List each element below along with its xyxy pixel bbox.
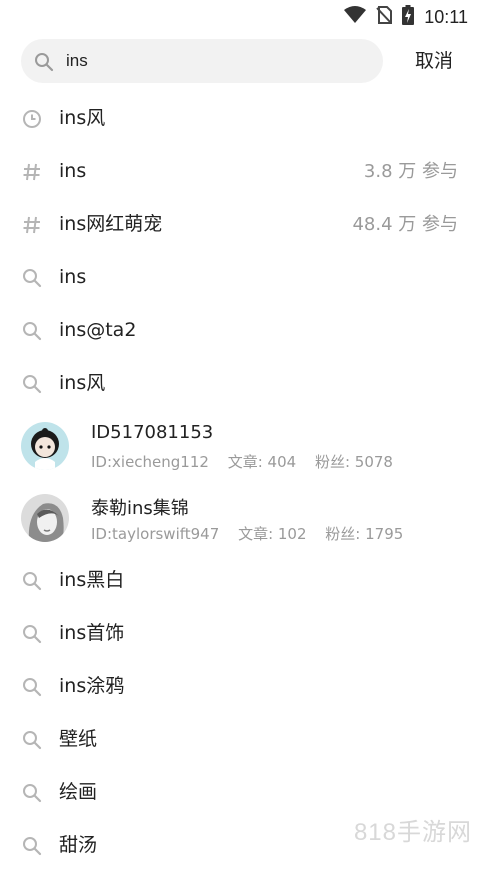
status-bar: 10:11 xyxy=(0,0,480,32)
search-icon xyxy=(22,571,42,591)
user-meta: ID:taylorswift947 文章: 102 粉丝: 1795 xyxy=(91,523,417,544)
topic-label: ins xyxy=(59,160,87,182)
search-icon xyxy=(22,268,42,288)
search-query[interactable]: ins xyxy=(66,39,88,83)
article-count: 文章: 102 xyxy=(238,525,307,543)
suggestion-label: ins首饰 xyxy=(59,622,125,644)
search-suggestion-item[interactable]: ins@ta2 xyxy=(0,304,480,357)
result-label: ins风 xyxy=(59,107,106,129)
participation-count: 48.4 万 参与 xyxy=(352,214,458,235)
search-icon xyxy=(22,374,42,394)
search-icon xyxy=(22,677,42,697)
watermark: 818手游网 xyxy=(353,819,472,846)
search-suggestion-item[interactable]: ins风 xyxy=(0,357,480,410)
user-name: 泰勒ins集锦 xyxy=(91,498,189,519)
search-suggestion-item[interactable]: ins xyxy=(0,251,480,304)
avatar[interactable] xyxy=(21,494,69,542)
suggestion-label: 壁纸 xyxy=(59,728,98,750)
fan-count: 粉丝: 5078 xyxy=(314,453,393,471)
participation-count: 3.8 万 参与 xyxy=(363,161,458,182)
search-icon xyxy=(34,52,54,76)
search-suggestion-item[interactable]: ins涂鸦 xyxy=(0,660,480,713)
wifi-icon xyxy=(344,6,367,28)
search-results-list: ins风 ins 3.8 万 参与 ins网红萌宠 48.4 万 参与 ins … xyxy=(0,92,480,872)
suggestion-label: ins风 xyxy=(59,372,106,394)
user-name: ID517081153 xyxy=(91,422,214,443)
avatar[interactable] xyxy=(21,422,69,470)
topic-item[interactable]: ins 3.8 万 参与 xyxy=(0,145,480,198)
search-suggestion-item[interactable]: 壁纸 xyxy=(0,713,480,766)
hashtag-icon xyxy=(22,215,42,235)
suggestion-label: ins黑白 xyxy=(59,569,125,591)
search-input[interactable]: ins xyxy=(21,39,383,83)
no-sim-icon xyxy=(376,6,393,28)
suggestion-label: 甜汤 xyxy=(59,834,98,856)
user-result-item[interactable]: 泰勒ins集锦 ID:taylorswift947 文章: 102 粉丝: 17… xyxy=(0,482,480,554)
user-result-item[interactable]: ID517081153 ID:xiecheng112 文章: 404 粉丝: 5… xyxy=(0,410,480,482)
search-icon xyxy=(22,321,42,341)
search-suggestion-item[interactable]: ins黑白 xyxy=(0,554,480,607)
search-row: ins 取消 xyxy=(0,38,480,86)
clock-time: 10:11 xyxy=(424,6,468,27)
history-clock-icon xyxy=(22,109,42,129)
topic-item[interactable]: ins网红萌宠 48.4 万 参与 xyxy=(0,198,480,251)
topic-label: ins网红萌宠 xyxy=(59,213,163,235)
battery-charging-icon xyxy=(402,5,415,29)
search-icon xyxy=(22,624,42,644)
fan-count: 粉丝: 1795 xyxy=(325,525,404,543)
user-meta: ID:xiecheng112 文章: 404 粉丝: 5078 xyxy=(91,451,407,472)
search-suggestion-item[interactable]: ins首饰 xyxy=(0,607,480,660)
user-id: ID:xiecheng112 xyxy=(91,453,209,471)
suggestion-label: ins涂鸦 xyxy=(59,675,125,697)
search-icon xyxy=(22,730,42,750)
suggestion-label: 绘画 xyxy=(59,781,98,803)
suggestion-label: ins xyxy=(59,266,87,288)
hashtag-icon xyxy=(22,162,42,182)
search-icon xyxy=(22,836,42,856)
user-id: ID:taylorswift947 xyxy=(91,525,220,543)
article-count: 文章: 404 xyxy=(227,453,297,471)
search-icon xyxy=(22,783,42,803)
cancel-button[interactable]: 取消 xyxy=(409,38,459,84)
suggestion-label: ins@ta2 xyxy=(59,319,137,341)
history-item[interactable]: ins风 xyxy=(0,92,480,145)
